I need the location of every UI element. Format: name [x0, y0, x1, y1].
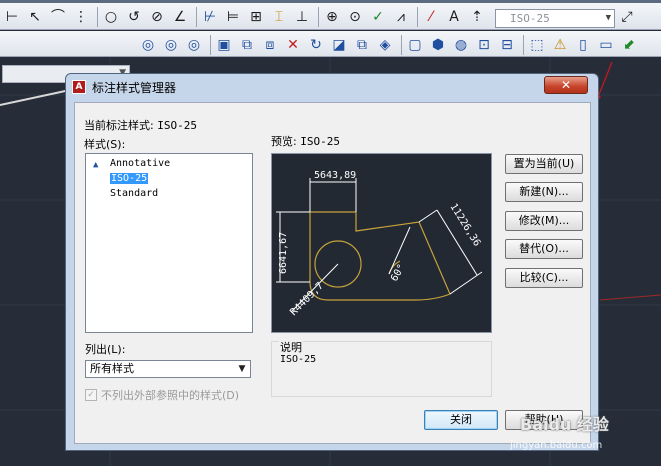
current-style-label: 当前标注样式: ISO-25: [84, 119, 197, 132]
extrude-face-icon[interactable]: ▣: [214, 35, 234, 55]
description-group: 说明 ISO-25: [271, 339, 492, 397]
tolerance-icon[interactable]: ⊕: [322, 7, 342, 27]
watermark-url: jingyan.baidu.com: [510, 440, 603, 451]
separate-icon[interactable]: ⊟: [497, 35, 517, 55]
color-edge-icon[interactable]: ⬢: [428, 35, 448, 55]
description-label: 说明: [279, 339, 303, 355]
autocad-logo-icon: A: [72, 80, 86, 94]
selected-style: ISO-25: [110, 173, 149, 184]
jogged-dim-icon[interactable]: ↺: [124, 7, 144, 27]
preview-dim-aligned: 11226,36: [447, 202, 482, 249]
watermark: Baidu 经验: [520, 415, 609, 434]
preview-dim-left: 6641,67: [278, 232, 289, 274]
center-mark-icon[interactable]: ⊙: [345, 7, 365, 27]
dialog-client: 当前标注样式: ISO-25 样式(S): 预览: ISO-25 ▲ Annot…: [74, 102, 591, 444]
box-icon[interactable]: ▭: [596, 35, 616, 55]
list-filter-label: 列出(L):: [85, 343, 126, 356]
diameter-dim-icon[interactable]: ⊘: [147, 7, 167, 27]
dimension-toolbar: ⊢ ↖ ⌒ ⋮ ○ ↺ ⊘ ∠ ⊬ ⊨ ⊞ ⌶ ⊥ ⊕ ⊙ ✓ ⩘ ⁄ A ⇡ …: [0, 3, 661, 30]
style-preview: 5643,89 6641,67 11226,36 R4409,7 60°: [271, 153, 492, 333]
delete-face-icon[interactable]: ✕: [283, 35, 303, 55]
dim-style-manager-icon[interactable]: ⤢: [617, 7, 637, 27]
arc-length-icon[interactable]: ⌒: [48, 7, 68, 27]
dim-text-edit-icon[interactable]: A: [444, 7, 464, 27]
jog-line-icon[interactable]: ⩘: [391, 7, 411, 27]
list-filter-select[interactable]: 所有样式 ▼: [85, 360, 251, 378]
dialog-title-bar[interactable]: A 标注样式管理器 ✕: [66, 74, 598, 100]
solid-editing-toolbar: ▼ ◎ ◎ ◎ ▣ ⧉ ⧈ ✕ ↻ ◪ ⧉ ◈ ▢ ⬢ ◍ ⊡ ⊟ ⬚ ⚠ ▯ …: [0, 31, 661, 83]
list-filter-value: 所有样式: [90, 362, 134, 375]
copy-edge-icon[interactable]: ▢: [405, 35, 425, 55]
list-item[interactable]: ISO-25: [86, 171, 252, 186]
shell-icon[interactable]: ⬚: [527, 35, 547, 55]
close-icon[interactable]: ✕: [544, 76, 588, 94]
preview-drawing: 5643,89 6641,67 11226,36 R4409,7 60°: [276, 170, 482, 318]
dim-style-combo[interactable]: ISO-25 ▼: [495, 9, 615, 28]
angular-dim-icon[interactable]: ∠: [170, 7, 190, 27]
check-icon[interactable]: ⚠: [550, 35, 570, 55]
modify-style-button[interactable]: 修改(M)...: [505, 211, 583, 231]
cylinder-icon[interactable]: ▯: [573, 35, 593, 55]
xref-filter-checkbox[interactable]: ✓: [85, 389, 97, 401]
subtract-icon[interactable]: ◎: [161, 35, 181, 55]
current-style-value: ISO-25: [157, 119, 197, 132]
preview-label: 预览: ISO-25: [271, 135, 340, 148]
continue-dim-icon[interactable]: ⊞: [246, 7, 266, 27]
preview-style-value: ISO-25: [300, 135, 340, 148]
intersect-icon[interactable]: ◎: [184, 35, 204, 55]
compare-styles-button[interactable]: 比较(C)...: [505, 268, 583, 288]
quick-dim-icon[interactable]: ⊬: [200, 7, 220, 27]
list-item[interactable]: Standard: [86, 186, 252, 201]
baseline-dim-icon[interactable]: ⊨: [223, 7, 243, 27]
dim-space-icon[interactable]: ⌶: [269, 7, 289, 27]
dimension-style-manager-dialog: A 标注样式管理器 ✕ 当前标注样式: ISO-25 样式(S): 预览: IS…: [65, 73, 599, 451]
dim-style-value: ISO-25: [510, 12, 550, 25]
imprint-icon[interactable]: ◍: [451, 35, 471, 55]
radius-dim-icon[interactable]: ○: [101, 7, 121, 27]
override-style-button[interactable]: 替代(O)...: [505, 239, 583, 259]
preview-part-outline: [309, 211, 451, 301]
styles-label: 样式(S):: [84, 138, 126, 151]
close-button[interactable]: 关闭: [424, 410, 498, 430]
xref-filter-row[interactable]: ✓ 不列出外部参照中的样式(D): [85, 387, 239, 403]
three-d-icon[interactable]: ⬋: [619, 35, 639, 55]
inspect-icon[interactable]: ✓: [368, 7, 388, 27]
dim-break-icon[interactable]: ⊥: [292, 7, 312, 27]
chevron-down-icon: ▼: [605, 13, 611, 23]
color-face-icon[interactable]: ◈: [375, 35, 395, 55]
description-value: ISO-25: [280, 354, 317, 365]
linear-dim-icon[interactable]: ⊢: [2, 7, 22, 27]
new-style-button[interactable]: 新建(N)...: [505, 182, 583, 202]
xref-filter-label: 不列出外部参照中的样式(D): [101, 389, 240, 402]
clean-icon[interactable]: ⊡: [474, 35, 494, 55]
set-current-button[interactable]: 置为当前(U): [505, 154, 583, 174]
crosshair-line: [0, 89, 71, 106]
dim-update-icon[interactable]: ⇡: [467, 7, 487, 27]
rotate-face-icon[interactable]: ↻: [306, 35, 326, 55]
dialog-title: 标注样式管理器: [92, 80, 177, 95]
ordinate-dim-icon[interactable]: ⋮: [71, 7, 91, 27]
copy-face-icon[interactable]: ⧉: [352, 35, 372, 55]
chevron-down-icon: ▼: [238, 364, 246, 374]
preview-dim-angle: 60°: [389, 262, 408, 283]
aligned-dim-icon[interactable]: ↖: [25, 7, 45, 27]
list-item[interactable]: ▲ Annotative: [86, 156, 252, 171]
union-icon[interactable]: ◎: [138, 35, 158, 55]
offset-face-icon[interactable]: ⧈: [260, 35, 280, 55]
dim-edit-icon[interactable]: ⁄: [421, 7, 441, 27]
move-face-icon[interactable]: ⧉: [237, 35, 257, 55]
styles-list[interactable]: ▲ Annotative ISO-25 Standard: [85, 153, 253, 333]
preview-dim-top: 5643,89: [314, 170, 356, 181]
taper-face-icon[interactable]: ◪: [329, 35, 349, 55]
